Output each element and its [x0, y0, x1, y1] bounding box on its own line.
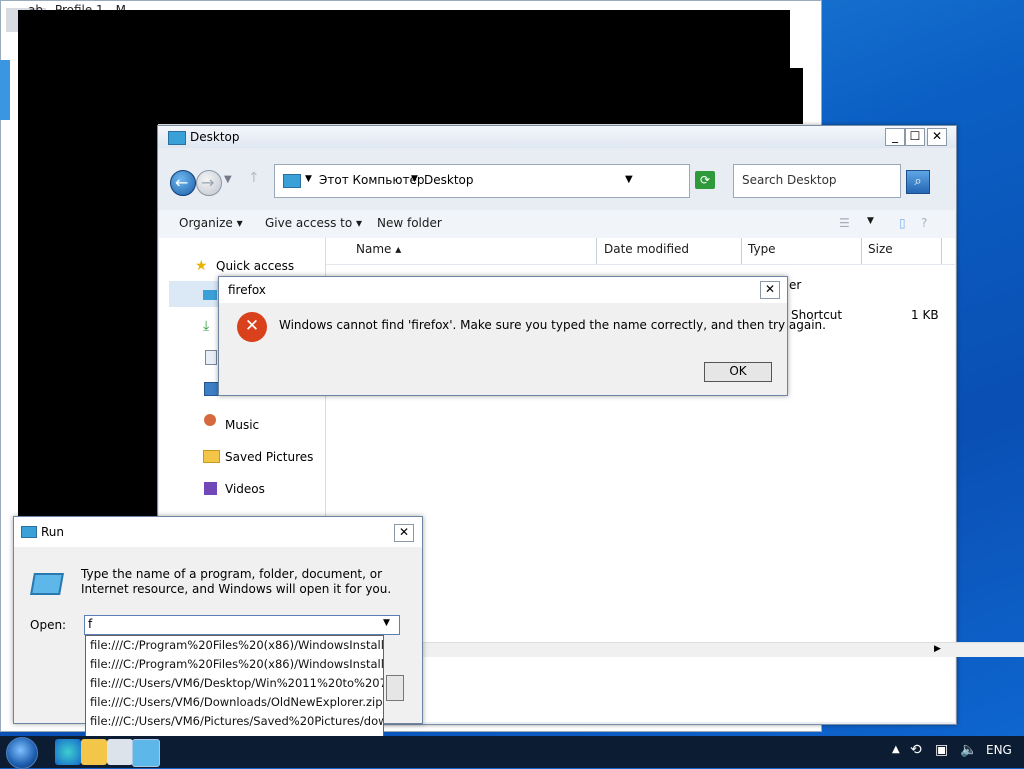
explorer-titlebar[interactable]: Desktop _ ☐ ✕ — [158, 126, 956, 148]
column-type[interactable]: Type — [748, 242, 776, 256]
browser-content-area-3 — [18, 124, 158, 524]
forward-button[interactable]: → — [196, 170, 222, 196]
desktop-icon — [203, 290, 217, 300]
autocomplete-item[interactable]: file:///C:/Users/VM6/Desktop/Win%2011%20… — [90, 676, 383, 690]
preview-pane-icon[interactable]: ▯ — [899, 216, 906, 230]
back-arrow-icon: ← — [175, 173, 189, 192]
network-icon[interactable]: ▣ — [935, 742, 948, 758]
nav-item-saved-pictures[interactable]: Saved Pictures — [225, 450, 313, 464]
give-access-label: Give access to — [265, 216, 353, 230]
error-close-button[interactable]: ✕ — [760, 281, 780, 299]
autocomplete-item[interactable]: file:///C:/Users/VM6/Pictures/Saved%20Pi… — [90, 714, 383, 728]
browser-content-area — [18, 10, 790, 70]
run-open-label: Open: — [30, 618, 67, 632]
run-description: Type the name of a program, folder, docu… — [81, 567, 392, 596]
edge-icon[interactable] — [55, 739, 81, 765]
run-input-value: f — [88, 617, 93, 631]
scroll-right-icon[interactable]: ▶ — [934, 644, 941, 654]
pictures-icon — [204, 382, 219, 396]
column-name-label: Name — [356, 242, 392, 256]
column-divider[interactable] — [861, 238, 862, 264]
view-options-icon[interactable]: ☰ — [839, 216, 850, 230]
nav-item-music[interactable]: Music — [225, 418, 259, 432]
error-dialog-titlebar[interactable]: firefox ✕ — [219, 277, 787, 303]
file-explorer-icon[interactable] — [81, 739, 107, 765]
run-window-icon — [21, 526, 37, 538]
give-access-button[interactable]: Give access to ▾ — [265, 216, 362, 230]
close-button[interactable]: ✕ — [927, 128, 947, 146]
sync-icon[interactable]: ⟲ — [910, 742, 922, 758]
browser-content-area-2 — [18, 68, 803, 124]
run-close-button[interactable]: ✕ — [394, 524, 414, 542]
column-divider[interactable] — [596, 238, 597, 264]
run-dropdown-icon[interactable]: ▼ — [383, 618, 390, 628]
address-bar[interactable]: ▼ Этот Компьютер ▼ Desktop ▼ ⟳ — [274, 164, 715, 198]
language-indicator[interactable]: ENG — [986, 743, 1012, 757]
view-dropdown-icon[interactable]: ▼ — [867, 216, 874, 226]
show-hidden-icons-icon[interactable]: ▲ — [892, 744, 900, 755]
organize-button[interactable]: Organize ▾ — [179, 216, 243, 230]
volume-icon[interactable]: 🔈 — [960, 742, 977, 758]
breadcrumb-desktop[interactable]: Desktop — [424, 173, 474, 187]
forward-arrow-icon: → — [201, 173, 215, 192]
row-2-size: 1 KB — [911, 308, 939, 322]
organize-label: Organize — [179, 216, 233, 230]
up-arrow-icon[interactable]: ↑ — [248, 170, 260, 186]
nav-item-videos[interactable]: Videos — [225, 482, 265, 496]
recent-locations-chevron-icon[interactable]: ▼ — [224, 174, 232, 185]
videos-icon — [204, 482, 217, 495]
column-date-modified[interactable]: Date modified — [604, 242, 689, 256]
command-bar: Organize ▾ Give access to ▾ New folder ☰… — [159, 210, 955, 239]
column-name[interactable]: Name ▴ — [356, 242, 401, 256]
help-icon[interactable]: ? — [921, 216, 927, 230]
maximize-button[interactable]: ☐ — [905, 128, 925, 146]
breadcrumb-separator-icon[interactable]: ▼ — [411, 174, 418, 184]
downloads-icon: ⤓ — [203, 318, 210, 334]
column-size[interactable]: Size — [868, 242, 893, 256]
start-button[interactable] — [6, 737, 38, 769]
run-ok-button-partial[interactable] — [386, 675, 404, 701]
breadcrumb-chevron-icon[interactable]: ▼ — [305, 174, 312, 184]
browser-sidebar-strip — [0, 60, 10, 120]
search-placeholder: Search Desktop — [742, 173, 837, 187]
star-icon: ★ — [195, 258, 208, 274]
search-icon[interactable]: ⌕ — [906, 170, 930, 194]
autocomplete-item[interactable]: file:///C:/Program%20Files%20(x86)/Windo… — [90, 638, 383, 652]
back-button[interactable]: ← — [170, 170, 196, 196]
autocomplete-item[interactable]: file:///C:/Users/VM6/Downloads/OldNewExp… — [90, 695, 383, 709]
folder-icon — [203, 450, 220, 463]
search-input[interactable]: Search Desktop — [733, 164, 901, 198]
error-message: Windows cannot find 'firefox'. Make sure… — [279, 318, 826, 332]
nav-quick-access[interactable]: Quick access — [216, 259, 294, 273]
column-header-row: Name ▴ Date modified Type Size — [326, 238, 955, 265]
minimize-button[interactable]: _ — [885, 128, 905, 146]
address-dropdown-icon[interactable]: ▼ — [625, 174, 633, 185]
run-autocomplete-list: file:///C:/Program%20Files%20(x86)/Windo… — [85, 635, 384, 749]
refresh-icon[interactable]: ⟳ — [695, 171, 715, 189]
column-divider[interactable] — [941, 238, 942, 264]
breadcrumb-computer[interactable]: Этот Компьютер — [319, 173, 424, 187]
column-divider[interactable] — [741, 238, 742, 264]
run-dialog-titlebar[interactable]: Run ✕ — [14, 517, 422, 547]
autocomplete-item[interactable]: file:///C:/Program%20Files%20(x86)/Windo… — [90, 657, 383, 671]
explorer-title: Desktop — [190, 130, 240, 144]
row-1-type: er — [789, 278, 802, 292]
music-icon — [204, 414, 216, 426]
error-dialog-title: firefox — [228, 283, 266, 297]
control-panel-icon[interactable] — [107, 739, 133, 765]
computer-icon — [283, 174, 301, 188]
run-taskbar-icon[interactable] — [132, 739, 160, 767]
error-icon: ✕ — [237, 312, 267, 342]
ok-button[interactable]: OK — [704, 362, 772, 382]
run-open-input[interactable]: f ▼ — [84, 615, 400, 635]
error-dialog: firefox ✕ ✕ Windows cannot find 'firefox… — [218, 276, 826, 396]
run-program-icon — [30, 573, 64, 595]
taskbar: ▲ ⟲ ▣ 🔈 ENG — [0, 736, 1024, 769]
documents-icon — [205, 350, 217, 365]
explorer-window-icon — [168, 131, 186, 145]
run-dialog-title: Run — [41, 525, 65, 539]
new-folder-button[interactable]: New folder — [377, 216, 442, 230]
